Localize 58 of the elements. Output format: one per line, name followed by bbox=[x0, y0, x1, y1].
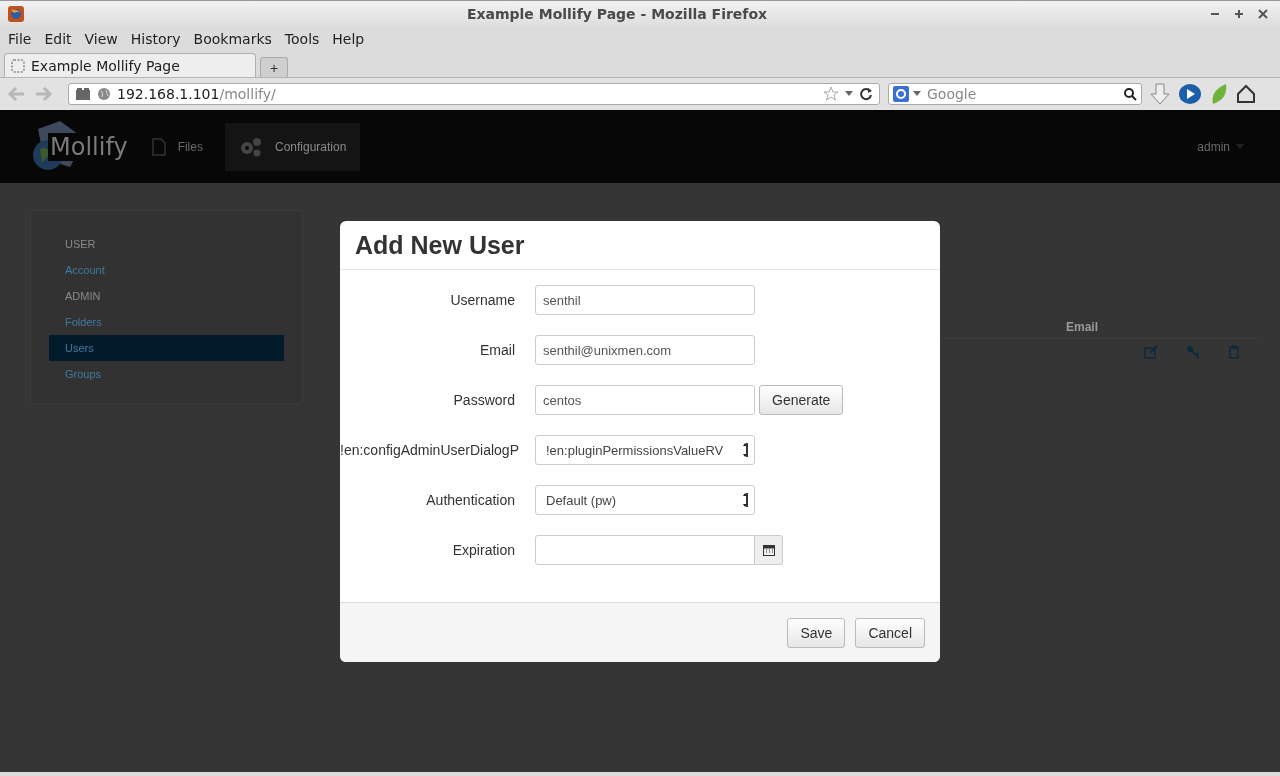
dropdown-arrow-icon bbox=[742, 442, 748, 458]
dropdown-field[interactable]: !en:pluginPermissionsValueRV bbox=[535, 435, 755, 465]
search-field[interactable]: Google bbox=[925, 85, 1119, 103]
calendar-icon bbox=[762, 544, 775, 556]
close-icon[interactable] bbox=[1258, 8, 1268, 19]
date-field[interactable] bbox=[535, 535, 755, 565]
address-bar[interactable]: 192.168.1.101/mollify/ bbox=[68, 83, 880, 105]
text-field[interactable]: senthil@unixmen.com bbox=[535, 335, 755, 365]
dropdown-arrow-icon bbox=[742, 492, 748, 508]
user-menu[interactable]: admin bbox=[1197, 139, 1244, 154]
logo-text: Mollify bbox=[48, 132, 130, 161]
gears-icon bbox=[238, 136, 263, 157]
field-label: Expiration bbox=[451, 542, 515, 558]
menu-item[interactable]: View bbox=[84, 31, 118, 47]
menu-item[interactable]: Edit bbox=[44, 31, 72, 47]
star-icon[interactable] bbox=[823, 86, 839, 102]
dropdown-icon[interactable] bbox=[845, 91, 853, 97]
play-icon[interactable] bbox=[1178, 83, 1202, 105]
firefox-icon bbox=[8, 5, 24, 22]
column-header: Email bbox=[1066, 320, 1098, 334]
menu-item[interactable]: Tools bbox=[284, 31, 320, 47]
reload-icon[interactable] bbox=[859, 87, 873, 101]
field-label: Password bbox=[452, 392, 515, 408]
save-button[interactable]: Save bbox=[787, 617, 846, 648]
calendar-button[interactable] bbox=[755, 535, 783, 565]
menu-item[interactable]: Help bbox=[332, 31, 365, 47]
generate-button[interactable]: Generate bbox=[759, 385, 844, 415]
sidebar-header: USER bbox=[64, 237, 97, 252]
window-title: Example Mollify Page - Mozilla Firefox bbox=[465, 5, 769, 22]
caret-icon bbox=[1236, 144, 1244, 149]
dropdown-field[interactable]: Default (pw) bbox=[535, 485, 755, 515]
field-label: Username bbox=[449, 292, 515, 308]
home-icon[interactable] bbox=[1236, 84, 1256, 104]
menu-item[interactable]: History bbox=[130, 31, 181, 47]
text-field[interactable]: senthil bbox=[535, 285, 755, 315]
folder-icon bbox=[75, 87, 91, 101]
search-icon[interactable] bbox=[1123, 87, 1137, 101]
globe-icon bbox=[97, 87, 111, 101]
sidebar-item[interactable]: Users bbox=[49, 335, 284, 361]
new-tab-button[interactable]: + bbox=[260, 57, 288, 77]
url-text: 192.168.1.101/mollify/ bbox=[117, 86, 277, 102]
sidebar-header: ADMIN bbox=[64, 289, 102, 304]
nav-tab[interactable]: Files bbox=[137, 122, 217, 171]
cancel-button[interactable]: Cancel bbox=[855, 617, 925, 648]
text-field[interactable]: centos bbox=[535, 385, 755, 415]
search-bar[interactable]: Google bbox=[888, 83, 1142, 105]
nav-tab[interactable]: Configuration bbox=[224, 122, 361, 171]
dropdown-icon[interactable] bbox=[913, 91, 921, 97]
menu-item[interactable]: File bbox=[8, 31, 32, 47]
browser-tab[interactable]: Example Mollify Page bbox=[4, 53, 256, 77]
maximize-icon[interactable] bbox=[1234, 8, 1244, 19]
dialog-title: Add New User bbox=[355, 230, 525, 260]
file-icon bbox=[151, 137, 166, 156]
menu-item[interactable]: Bookmarks bbox=[193, 31, 272, 47]
google-icon bbox=[893, 86, 909, 102]
field-label: Authentication bbox=[425, 492, 515, 508]
page-icon bbox=[11, 58, 25, 73]
field-label: Email bbox=[479, 342, 515, 358]
